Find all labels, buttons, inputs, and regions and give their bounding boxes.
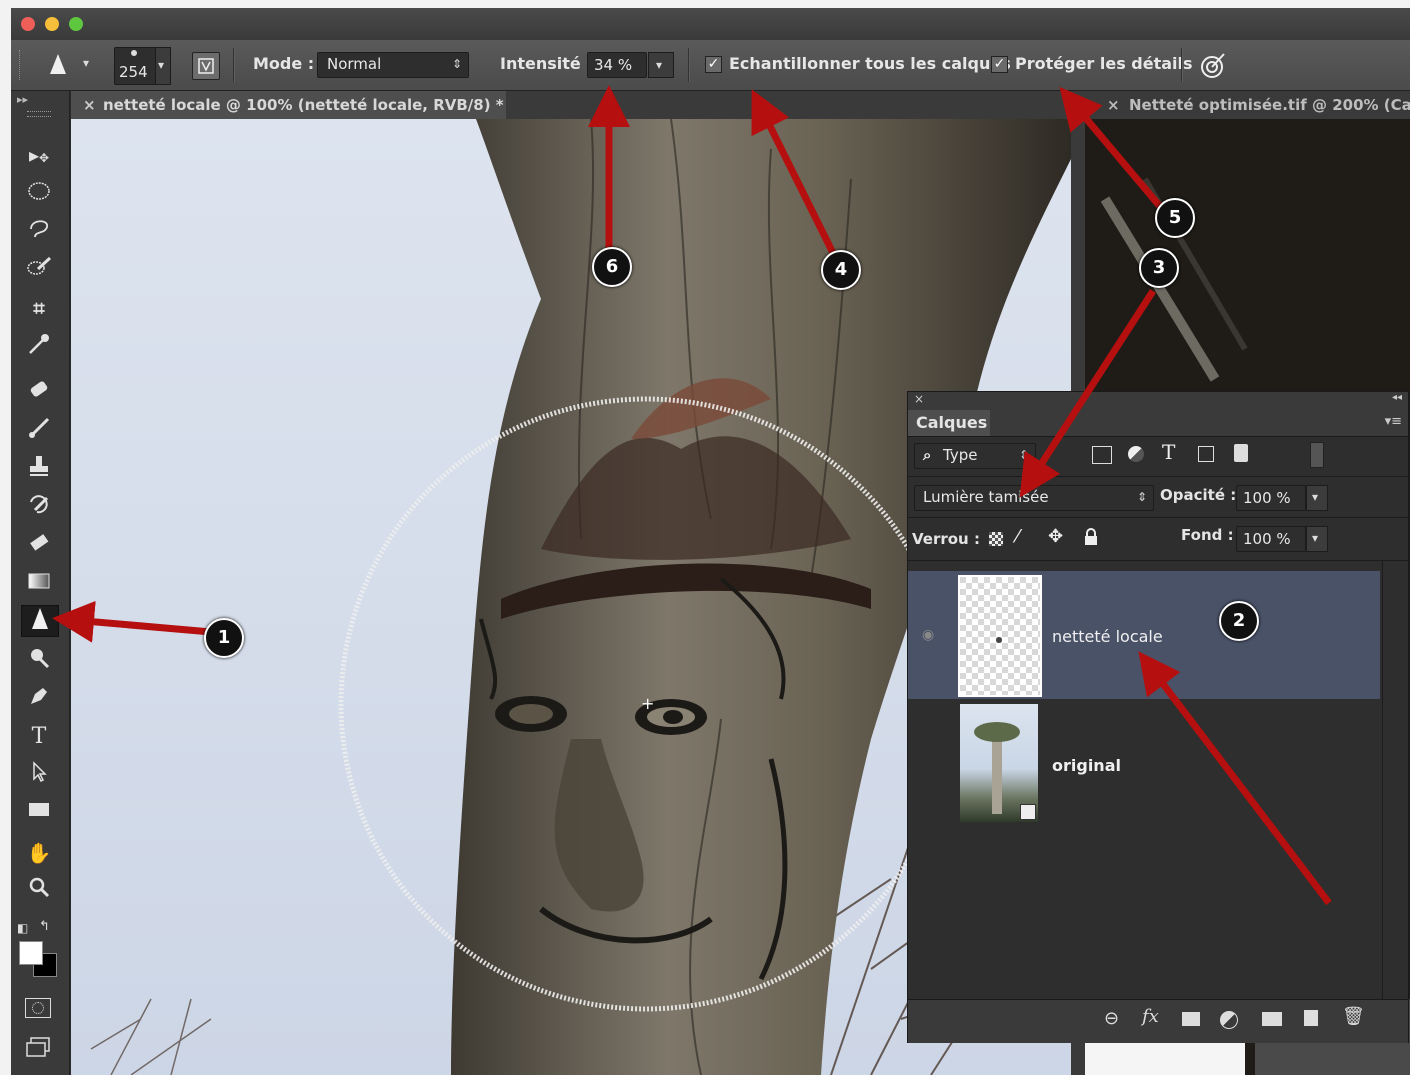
arrow-3 [1019, 289, 1156, 498]
annotation-badge: 5 [1155, 198, 1195, 238]
annotation-badge: 1 [204, 618, 244, 658]
annotation-arrows [52, 85, 1332, 906]
arrow-1 [52, 600, 212, 643]
annotation-badge: 2 [1219, 601, 1259, 641]
annotation-badge: 6 [592, 247, 632, 287]
annotation-badge: 4 [821, 250, 861, 290]
arrow-2 [1138, 651, 1332, 906]
arrow-5 [1059, 86, 1166, 213]
photoshop-window: ▾ 254 ▾ Mode : Normal ⇕ Intensité : 34 %… [11, 8, 1410, 1075]
arrow-4 [751, 89, 837, 255]
annotation-badge: 3 [1139, 248, 1179, 288]
